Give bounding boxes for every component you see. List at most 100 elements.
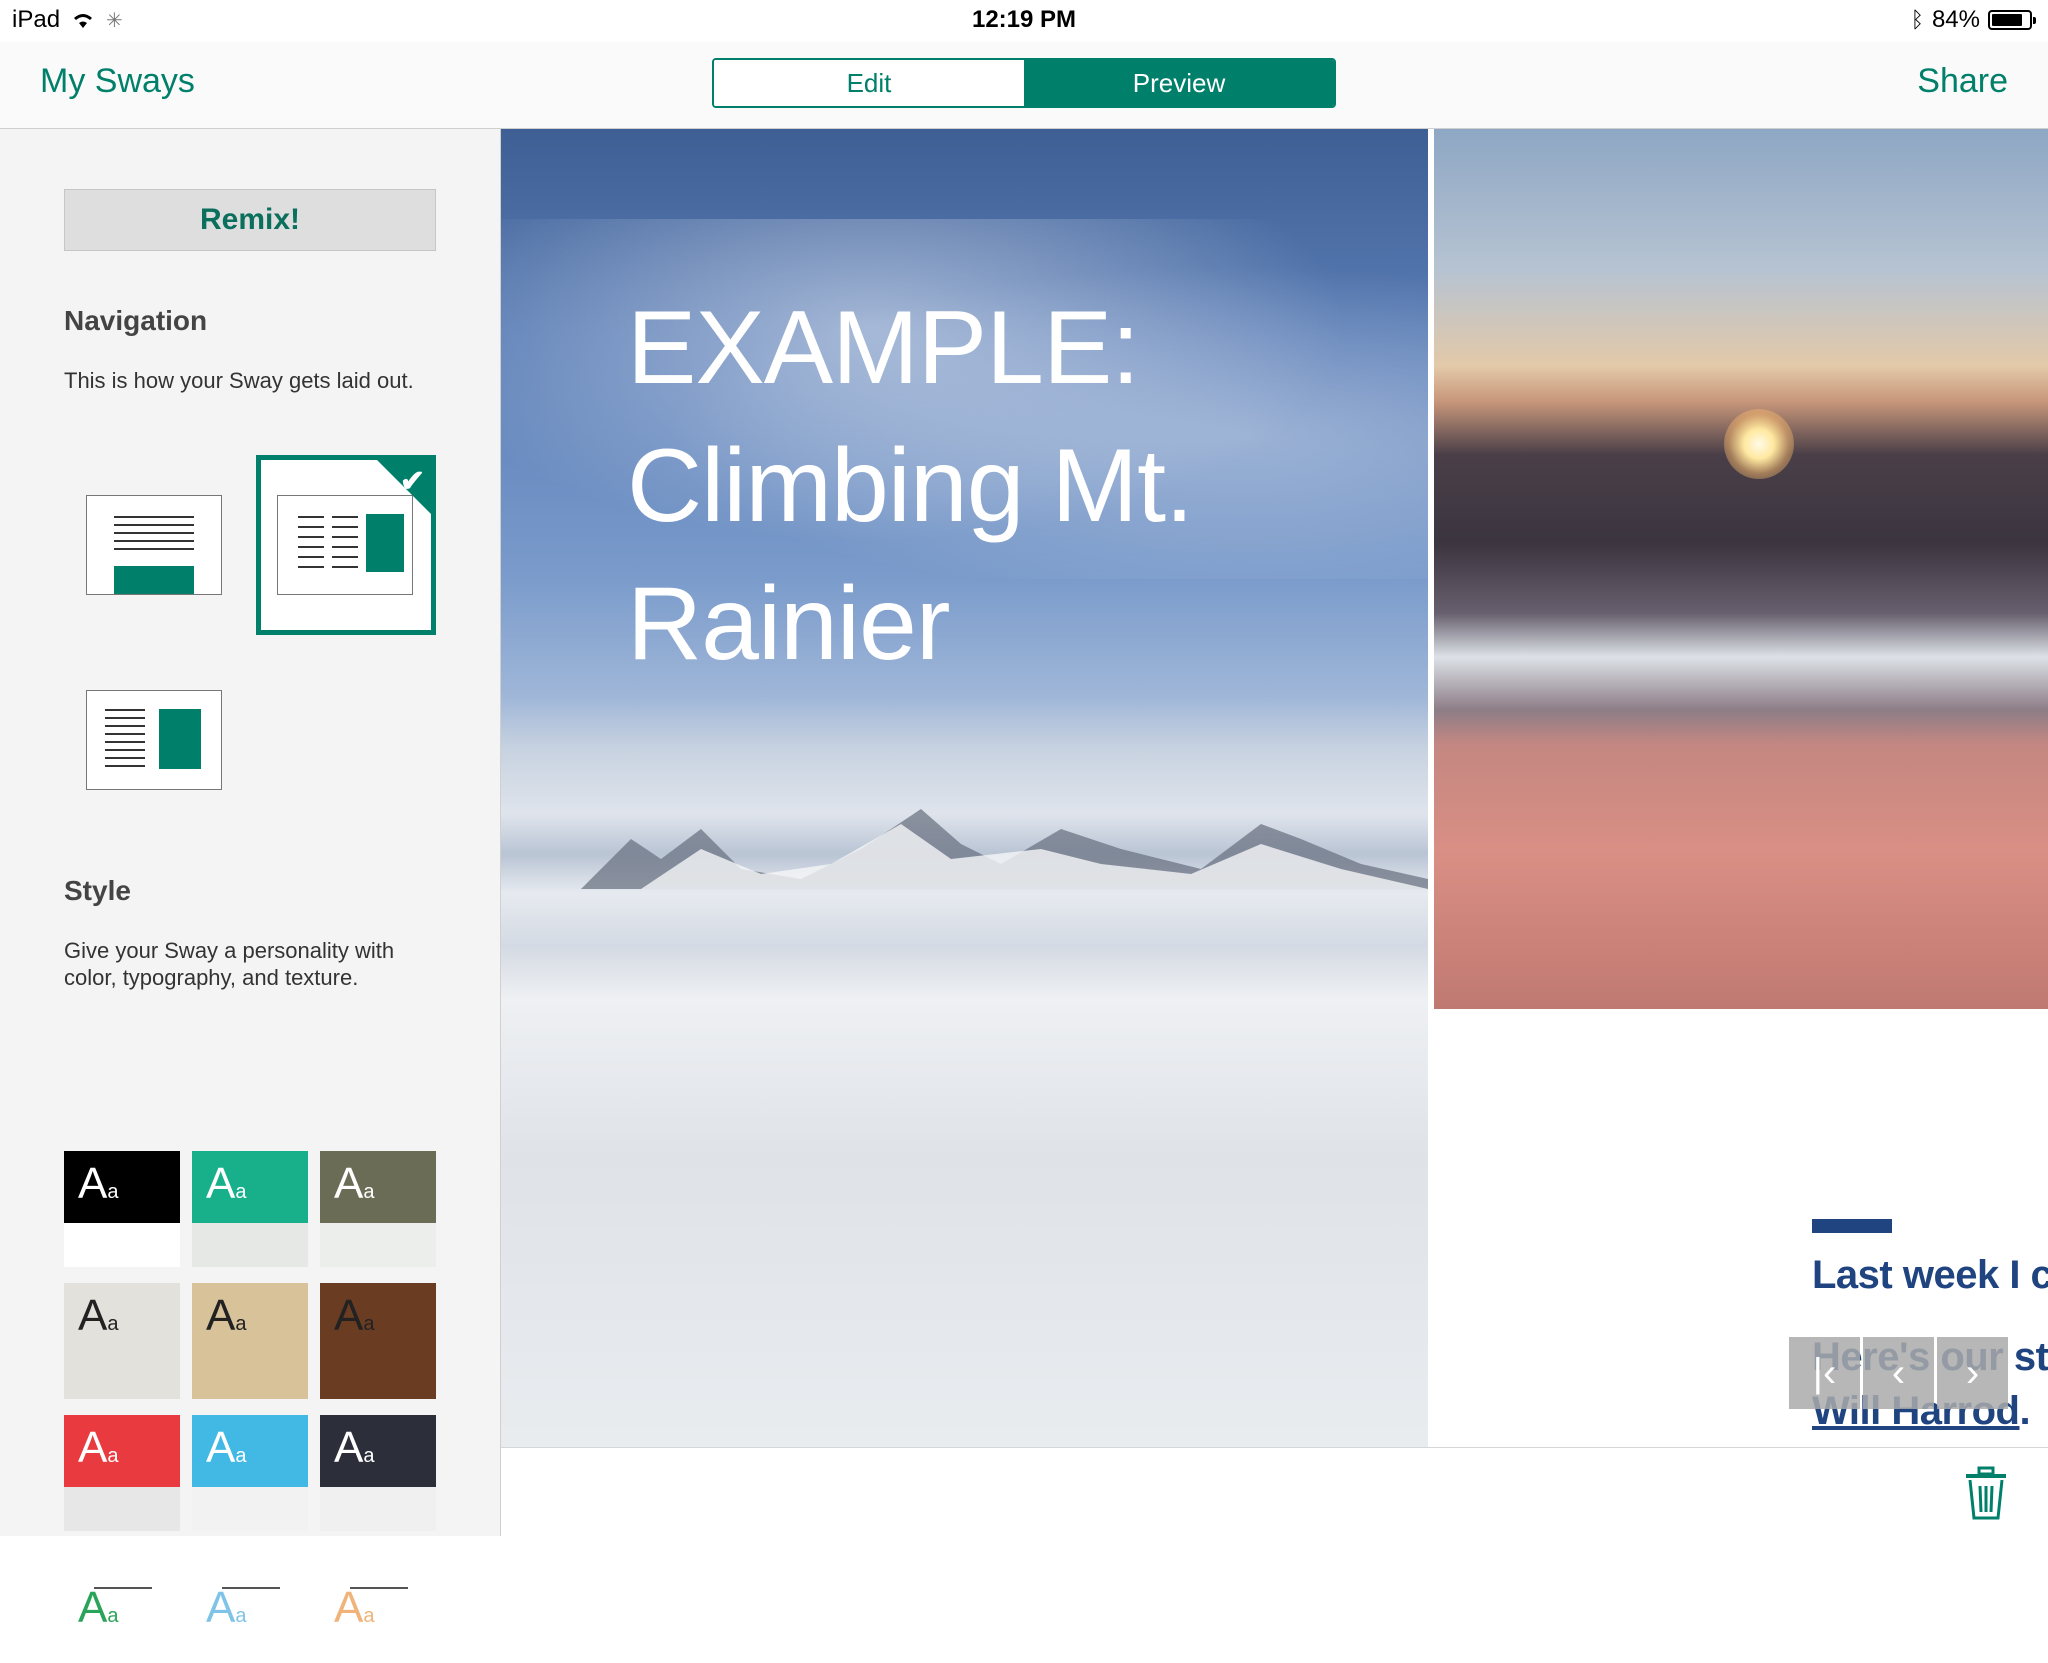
tab-preview[interactable]: Preview xyxy=(1024,60,1334,106)
sway-title: EXAMPLE: Climbing Mt. Rainier xyxy=(627,279,1194,693)
swatch-texture xyxy=(320,1487,436,1531)
layout-line xyxy=(105,749,145,751)
swatch-rule xyxy=(94,1587,152,1589)
layout-line xyxy=(114,532,194,534)
swatch-texture xyxy=(192,1223,308,1267)
style-swatch[interactable]: Aa xyxy=(192,1151,308,1267)
sway-preview: EXAMPLE: Climbing Mt. Rainier Last week … xyxy=(501,129,2048,1447)
trash-icon[interactable] xyxy=(1964,1466,2008,1520)
tab-edit[interactable]: Edit xyxy=(714,60,1024,106)
layout-line xyxy=(332,536,358,538)
style-heading: Style xyxy=(64,875,131,906)
layout-vertical-option[interactable] xyxy=(86,495,222,595)
battery-percent: 84% xyxy=(1931,6,1980,33)
swatch-rule xyxy=(222,1587,280,1589)
style-swatch[interactable]: Aa xyxy=(64,1415,180,1531)
edit-preview-toggle: Edit Preview xyxy=(712,58,1336,108)
navigation-heading: Navigation xyxy=(64,305,208,336)
swatch-texture xyxy=(192,1355,308,1399)
chevron-left-icon[interactable]: ‹ xyxy=(1863,1337,1934,1409)
swatch-typeface-sample: Aa xyxy=(206,1291,247,1340)
layout-line xyxy=(105,765,145,767)
layout-line xyxy=(298,566,324,568)
swatch-typeface-sample: Aa xyxy=(78,1583,119,1632)
swatch-typeface-sample: Aa xyxy=(78,1423,119,1472)
swatch-typeface-sample: Aa xyxy=(78,1291,119,1340)
first-page-icon[interactable]: |‹ xyxy=(1789,1337,1860,1409)
layout-line xyxy=(332,566,358,568)
layout-line xyxy=(105,733,145,735)
swatch-typeface-sample: Aa xyxy=(334,1583,375,1632)
layout-split-option[interactable] xyxy=(86,690,222,790)
layout-line xyxy=(105,757,145,759)
layout-horizontal-option[interactable]: ✔ xyxy=(256,455,436,635)
layout-line xyxy=(332,556,358,558)
share-button[interactable]: Share xyxy=(1917,62,2008,101)
layout-line xyxy=(105,709,145,711)
layout-line xyxy=(332,516,358,518)
my-sways-button[interactable]: My Sways xyxy=(40,62,195,101)
status-time: 12:19 PM xyxy=(971,6,1077,33)
battery-icon xyxy=(1988,10,2036,30)
swatch-typeface-sample: Aa xyxy=(334,1291,375,1340)
nav-bar: My Sways Edit Preview Share xyxy=(0,42,2048,129)
preview-footer xyxy=(501,1447,2048,1537)
style-swatch[interactable]: Aa xyxy=(320,1283,436,1399)
style-swatch[interactable]: Aa xyxy=(320,1151,436,1267)
title-line-1: EXAMPLE: xyxy=(627,290,1140,406)
mountain-peaks xyxy=(581,809,1428,889)
style-swatch[interactable]: Aa xyxy=(64,1151,180,1267)
style-swatch[interactable]: Aa xyxy=(64,1283,180,1399)
layout-line xyxy=(105,741,145,743)
style-description: Give your Sway a personality with color,… xyxy=(64,938,395,990)
style-swatch[interactable]: Aa xyxy=(320,1547,436,1663)
swatch-typeface-sample: Aa xyxy=(206,1423,247,1472)
swatch-typeface-sample: Aa xyxy=(334,1423,375,1472)
layout-line xyxy=(298,556,324,558)
swatch-texture xyxy=(64,1223,180,1267)
rainier-summit-photo: EXAMPLE: Climbing Mt. Rainier xyxy=(501,129,1428,1447)
title-line-2: Climbing Mt. xyxy=(627,428,1194,544)
style-swatch[interactable]: Aa xyxy=(64,1547,180,1663)
status-bar: iPad ✳ 12:19 PM ᛒ 84% xyxy=(0,0,2048,42)
title-line-3: Rainier xyxy=(627,566,950,682)
swatch-typeface-sample: Aa xyxy=(78,1159,119,1208)
swatch-texture xyxy=(64,1487,180,1531)
story-period: . xyxy=(2019,1389,2031,1433)
chevron-right-icon[interactable]: › xyxy=(1937,1337,2008,1409)
status-right: ᛒ 84% xyxy=(1910,6,2036,34)
style-swatch[interactable]: Aa xyxy=(192,1283,308,1399)
swatch-typeface-sample: Aa xyxy=(206,1159,247,1208)
sun xyxy=(1724,409,1794,479)
bluetooth-icon: ᛒ xyxy=(1910,7,1924,32)
style-swatch[interactable]: Aa xyxy=(320,1415,436,1531)
story-line-1: Last week I c xyxy=(1812,1253,2048,1297)
layout-image-block xyxy=(114,566,194,594)
story-accent-bar xyxy=(1812,1219,1892,1233)
sunrise-photo xyxy=(1434,129,2048,1009)
layout-image-block xyxy=(159,709,201,769)
layout-line xyxy=(298,526,324,528)
layout-line xyxy=(332,546,358,548)
style-swatch[interactable]: Aa xyxy=(192,1547,308,1663)
layout-line xyxy=(114,516,194,518)
layout-line xyxy=(114,548,194,550)
layout-line xyxy=(298,546,324,548)
layout-line xyxy=(114,540,194,542)
navigation-description: This is how your Sway gets laid out. xyxy=(64,368,414,393)
checkmark-icon: ✔ xyxy=(399,465,425,498)
swatch-texture xyxy=(320,1355,436,1399)
remix-button[interactable]: Remix! xyxy=(64,189,436,251)
layout-line xyxy=(114,524,194,526)
layout-line xyxy=(105,725,145,727)
swatch-texture xyxy=(64,1355,180,1399)
battery-fill xyxy=(1992,14,2023,26)
design-sidebar: Remix! Navigation This is how your Sway … xyxy=(0,129,501,1663)
swatch-typeface-sample: Aa xyxy=(334,1159,375,1208)
preview-nav-controls: |‹ ‹ › xyxy=(1789,1337,2008,1409)
layout-line xyxy=(298,516,324,518)
style-swatch[interactable]: Aa xyxy=(192,1415,308,1531)
layout-line xyxy=(332,526,358,528)
layout-line xyxy=(298,536,324,538)
swatch-texture xyxy=(192,1487,308,1531)
